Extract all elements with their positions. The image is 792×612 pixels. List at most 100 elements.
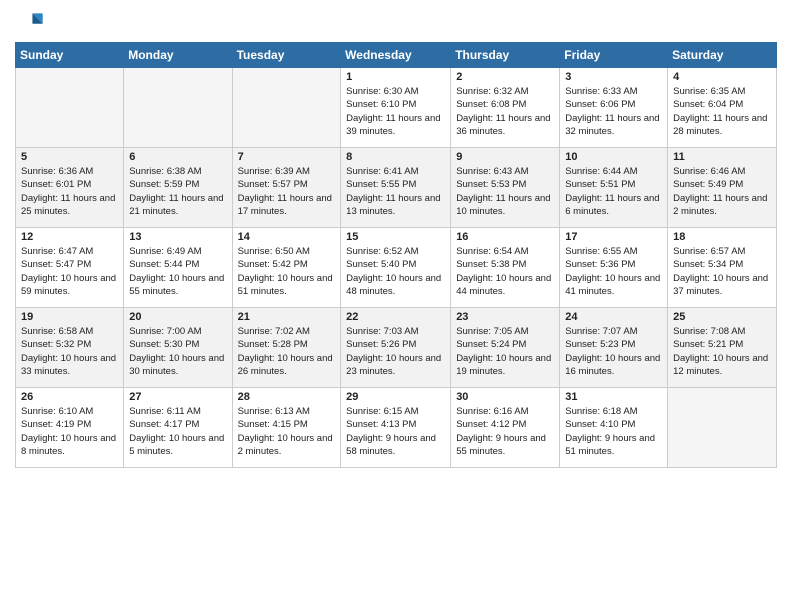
day-cell: 12Sunrise: 6:47 AM Sunset: 5:47 PM Dayli… bbox=[16, 228, 124, 308]
day-number: 31 bbox=[565, 391, 662, 403]
day-cell: 6 Sunrise: 6:38 AM Sunset: 5:59 PM Daylig… bbox=[124, 148, 232, 228]
day-cell: 24 Sunrise: 7:07 AM Sunset: 5:23 PM Dayli… bbox=[560, 308, 668, 388]
day-number: 23 bbox=[456, 311, 554, 323]
day-number: 16 bbox=[456, 231, 554, 243]
day-cell: 29Sunrise: 6:15 AM Sunset: 4:13 PM Dayli… bbox=[341, 388, 451, 468]
col-header-tuesday: Tuesday bbox=[232, 43, 341, 68]
day-number: 25 bbox=[673, 311, 771, 323]
day-number: 2 bbox=[456, 71, 554, 83]
day-info: Sunrise: 7:07 AM Sunset: 5:23 PM Dayligh… bbox=[565, 325, 662, 378]
col-header-wednesday: Wednesday bbox=[341, 43, 451, 68]
header-row: SundayMondayTuesdayWednesdayThursdayFrid… bbox=[16, 43, 777, 68]
day-info: Sunrise: 6:36 AM Sunset: 6:01 PM Dayligh… bbox=[21, 165, 118, 218]
page: SundayMondayTuesdayWednesdayThursdayFrid… bbox=[0, 0, 792, 478]
day-info: Sunrise: 7:03 AM Sunset: 5:26 PM Dayligh… bbox=[346, 325, 445, 378]
day-cell: 19 Sunrise: 6:58 AM Sunset: 5:32 PM Dayli… bbox=[16, 308, 124, 388]
day-cell: 13 Sunrise: 6:49 AM Sunset: 5:44 PM Dayli… bbox=[124, 228, 232, 308]
day-cell: 14 Sunrise: 6:50 AM Sunset: 5:42 PM Dayli… bbox=[232, 228, 341, 308]
day-cell: 17 Sunrise: 6:55 AM Sunset: 5:36 PM Dayli… bbox=[560, 228, 668, 308]
week-row-5: 26 Sunrise: 6:10 AM Sunset: 4:19 PM Dayli… bbox=[16, 388, 777, 468]
day-number: 7 bbox=[238, 151, 336, 163]
day-cell bbox=[124, 68, 232, 148]
col-header-thursday: Thursday bbox=[451, 43, 560, 68]
day-number: 17 bbox=[565, 231, 662, 243]
week-row-4: 19 Sunrise: 6:58 AM Sunset: 5:32 PM Dayli… bbox=[16, 308, 777, 388]
day-number: 24 bbox=[565, 311, 662, 323]
day-info: Sunrise: 6:16 AM Sunset: 4:12 PM Dayligh… bbox=[456, 405, 554, 458]
day-info: Sunrise: 6:13 AM Sunset: 4:15 PM Dayligh… bbox=[238, 405, 336, 458]
day-info: Sunrise: 6:18 AM Sunset: 4:10 PM Dayligh… bbox=[565, 405, 662, 458]
day-info: Sunrise: 6:32 AM Sunset: 6:08 PM Dayligh… bbox=[456, 85, 554, 138]
day-number: 6 bbox=[129, 151, 226, 163]
day-cell: 15 Sunrise: 6:52 AM Sunset: 5:40 PM Dayli… bbox=[341, 228, 451, 308]
col-header-friday: Friday bbox=[560, 43, 668, 68]
day-info: Sunrise: 7:08 AM Sunset: 5:21 PM Dayligh… bbox=[673, 325, 771, 378]
day-number: 14 bbox=[238, 231, 336, 243]
day-number: 27 bbox=[129, 391, 226, 403]
day-info: Sunrise: 6:58 AM Sunset: 5:32 PM Dayligh… bbox=[21, 325, 118, 378]
col-header-saturday: Saturday bbox=[668, 43, 777, 68]
day-info: Sunrise: 6:39 AM Sunset: 5:57 PM Dayligh… bbox=[238, 165, 336, 218]
day-info: Sunrise: 6:43 AM Sunset: 5:53 PM Dayligh… bbox=[456, 165, 554, 218]
header bbox=[15, 10, 777, 34]
day-info: Sunrise: 6:33 AM Sunset: 6:06 PM Dayligh… bbox=[565, 85, 662, 138]
day-number: 4 bbox=[673, 71, 771, 83]
day-cell: 23Sunrise: 7:05 AM Sunset: 5:24 PM Dayli… bbox=[451, 308, 560, 388]
day-number: 5 bbox=[21, 151, 118, 163]
day-cell: 7 Sunrise: 6:39 AM Sunset: 5:57 PM Daylig… bbox=[232, 148, 341, 228]
day-cell: 2 Sunrise: 6:32 AM Sunset: 6:08 PM Daylig… bbox=[451, 68, 560, 148]
day-cell: 10Sunrise: 6:44 AM Sunset: 5:51 PM Dayli… bbox=[560, 148, 668, 228]
day-cell bbox=[232, 68, 341, 148]
day-cell: 26 Sunrise: 6:10 AM Sunset: 4:19 PM Dayli… bbox=[16, 388, 124, 468]
day-cell: 27Sunrise: 6:11 AM Sunset: 4:17 PM Dayli… bbox=[124, 388, 232, 468]
day-cell: 22 Sunrise: 7:03 AM Sunset: 5:26 PM Dayli… bbox=[341, 308, 451, 388]
day-number: 20 bbox=[129, 311, 226, 323]
calendar-header: SundayMondayTuesdayWednesdayThursdayFrid… bbox=[16, 43, 777, 68]
week-row-3: 12Sunrise: 6:47 AM Sunset: 5:47 PM Dayli… bbox=[16, 228, 777, 308]
day-cell bbox=[668, 388, 777, 468]
day-info: Sunrise: 7:02 AM Sunset: 5:28 PM Dayligh… bbox=[238, 325, 336, 378]
day-cell: 25 Sunrise: 7:08 AM Sunset: 5:21 PM Dayli… bbox=[668, 308, 777, 388]
day-cell: 11Sunrise: 6:46 AM Sunset: 5:49 PM Dayli… bbox=[668, 148, 777, 228]
day-cell: 21Sunrise: 7:02 AM Sunset: 5:28 PM Dayli… bbox=[232, 308, 341, 388]
day-number: 26 bbox=[21, 391, 118, 403]
day-info: Sunrise: 6:35 AM Sunset: 6:04 PM Dayligh… bbox=[673, 85, 771, 138]
day-number: 29 bbox=[346, 391, 445, 403]
day-info: Sunrise: 6:49 AM Sunset: 5:44 PM Dayligh… bbox=[129, 245, 226, 298]
day-number: 28 bbox=[238, 391, 336, 403]
day-number: 30 bbox=[456, 391, 554, 403]
day-cell: 30 Sunrise: 6:16 AM Sunset: 4:12 PM Dayli… bbox=[451, 388, 560, 468]
day-cell: 18 Sunrise: 6:57 AM Sunset: 5:34 PM Dayli… bbox=[668, 228, 777, 308]
col-header-sunday: Sunday bbox=[16, 43, 124, 68]
day-cell: 9 Sunrise: 6:43 AM Sunset: 5:53 PM Daylig… bbox=[451, 148, 560, 228]
week-row-2: 5 Sunrise: 6:36 AM Sunset: 6:01 PM Daylig… bbox=[16, 148, 777, 228]
day-cell: 3 Sunrise: 6:33 AM Sunset: 6:06 PM Daylig… bbox=[560, 68, 668, 148]
day-cell: 16 Sunrise: 6:54 AM Sunset: 5:38 PM Dayli… bbox=[451, 228, 560, 308]
day-info: Sunrise: 6:46 AM Sunset: 5:49 PM Dayligh… bbox=[673, 165, 771, 218]
day-info: Sunrise: 6:54 AM Sunset: 5:38 PM Dayligh… bbox=[456, 245, 554, 298]
day-number: 15 bbox=[346, 231, 445, 243]
day-number: 22 bbox=[346, 311, 445, 323]
calendar-table: SundayMondayTuesdayWednesdayThursdayFrid… bbox=[15, 42, 777, 468]
day-info: Sunrise: 6:38 AM Sunset: 5:59 PM Dayligh… bbox=[129, 165, 226, 218]
day-number: 8 bbox=[346, 151, 445, 163]
day-info: Sunrise: 6:57 AM Sunset: 5:34 PM Dayligh… bbox=[673, 245, 771, 298]
col-header-monday: Monday bbox=[124, 43, 232, 68]
day-info: Sunrise: 6:52 AM Sunset: 5:40 PM Dayligh… bbox=[346, 245, 445, 298]
day-number: 9 bbox=[456, 151, 554, 163]
day-number: 18 bbox=[673, 231, 771, 243]
day-number: 13 bbox=[129, 231, 226, 243]
day-number: 19 bbox=[21, 311, 118, 323]
logo bbox=[15, 10, 47, 34]
day-info: Sunrise: 6:50 AM Sunset: 5:42 PM Dayligh… bbox=[238, 245, 336, 298]
day-cell: 1Sunrise: 6:30 AM Sunset: 6:10 PM Daylig… bbox=[341, 68, 451, 148]
day-info: Sunrise: 6:10 AM Sunset: 4:19 PM Dayligh… bbox=[21, 405, 118, 458]
day-number: 12 bbox=[21, 231, 118, 243]
calendar-body: 1Sunrise: 6:30 AM Sunset: 6:10 PM Daylig… bbox=[16, 68, 777, 468]
day-info: Sunrise: 6:30 AM Sunset: 6:10 PM Dayligh… bbox=[346, 85, 445, 138]
day-info: Sunrise: 6:55 AM Sunset: 5:36 PM Dayligh… bbox=[565, 245, 662, 298]
day-number: 10 bbox=[565, 151, 662, 163]
week-row-1: 1Sunrise: 6:30 AM Sunset: 6:10 PM Daylig… bbox=[16, 68, 777, 148]
day-info: Sunrise: 7:00 AM Sunset: 5:30 PM Dayligh… bbox=[129, 325, 226, 378]
day-number: 3 bbox=[565, 71, 662, 83]
